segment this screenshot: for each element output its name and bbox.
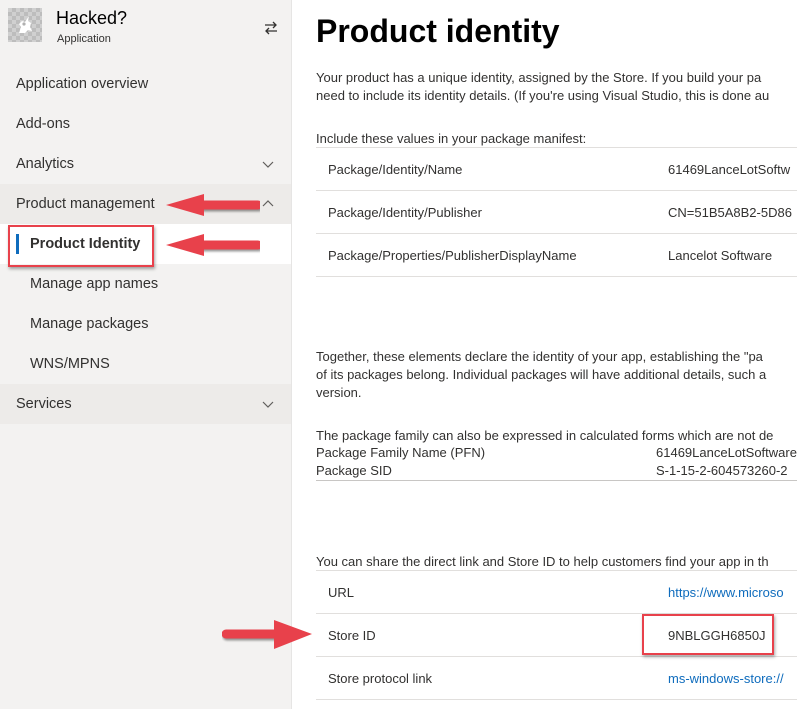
row-key: Package/Properties/PublisherDisplayName bbox=[328, 248, 577, 263]
chevron-down-icon bbox=[262, 401, 274, 408]
sidebar-item-label: Add-ons bbox=[16, 116, 71, 132]
main-content: Product identity Your product has a uniq… bbox=[316, 0, 797, 709]
chevron-up-icon bbox=[262, 200, 274, 207]
store-url-link[interactable]: https://www.microso bbox=[668, 585, 784, 600]
switch-app-button[interactable] bbox=[258, 16, 284, 40]
sidebar-item-analytics[interactable]: Analytics bbox=[0, 144, 291, 184]
table-row: Package/Identity/Publisher CN=51B5A8B2-5… bbox=[316, 191, 797, 234]
chevron-down-icon bbox=[262, 161, 274, 168]
row-value[interactable]: 61469LanceLotSoftware bbox=[656, 445, 797, 460]
calc-row-pfn: Package Family Name (PFN) 61469LanceLotS… bbox=[316, 445, 797, 463]
table-row: URL https://www.microso bbox=[316, 571, 797, 614]
calc-label: The package family can also be expressed… bbox=[316, 428, 774, 443]
row-key: Package/Identity/Publisher bbox=[328, 205, 482, 220]
annotation-highlight-box bbox=[642, 614, 774, 655]
table-row: Store protocol link ms-windows-store:// bbox=[316, 657, 797, 700]
annotation-arrow-right-icon bbox=[222, 620, 312, 649]
app-title: Hacked? bbox=[56, 8, 128, 28]
manifest-label: Include these values in your package man… bbox=[316, 131, 587, 146]
row-key: Store protocol link bbox=[328, 671, 433, 686]
sidebar-item-manage-app-names[interactable]: Manage app names bbox=[0, 264, 291, 304]
together-text-line-1: Together, these elements declare the ide… bbox=[316, 349, 763, 364]
manifest-table: Package/Identity/Name 61469LanceLotSoftw… bbox=[316, 147, 797, 277]
table-row: Package/Properties/PublisherDisplayName … bbox=[316, 234, 797, 277]
annotation-highlight-box bbox=[8, 225, 154, 267]
intro-text-line-1: Your product has a unique identity, assi… bbox=[316, 70, 762, 85]
app-subtitle: Application bbox=[57, 33, 111, 45]
sidebar-item-services[interactable]: Services bbox=[0, 384, 291, 424]
table-row: Package/Identity/Name 61469LanceLotSoftw bbox=[316, 148, 797, 191]
divider bbox=[316, 480, 797, 481]
annotation-arrow-left-icon bbox=[166, 194, 260, 216]
annotation-arrow-left-icon bbox=[166, 234, 260, 256]
calc-row-sid: Package SID S-1-15-2-604573260-2 bbox=[316, 463, 797, 481]
sidebar-item-label: Manage app names bbox=[30, 276, 159, 292]
row-key: URL bbox=[328, 585, 355, 600]
sidebar-item-add-ons[interactable]: Add-ons bbox=[0, 104, 291, 144]
sidebar-item-label: WNS/MPNS bbox=[30, 356, 110, 372]
knight-logo-icon bbox=[8, 8, 42, 42]
row-key: Package SID bbox=[316, 463, 392, 478]
row-key: Store ID bbox=[328, 628, 376, 643]
row-value[interactable]: S-1-15-2-604573260-2 bbox=[656, 463, 788, 478]
sidebar-item-label: Product management bbox=[16, 196, 155, 212]
page-title: Product identity bbox=[316, 13, 560, 49]
row-key: Package/Identity/Name bbox=[328, 162, 463, 177]
row-value[interactable]: CN=51B5A8B2-5D86 bbox=[668, 205, 792, 220]
app-header: Hacked? Application bbox=[0, 0, 291, 60]
sidebar-item-label: Analytics bbox=[16, 156, 75, 172]
sidebar-item-label: Manage packages bbox=[30, 316, 149, 332]
sidebar: Hacked? Application Application overview… bbox=[0, 0, 292, 709]
row-value[interactable]: Lancelot Software bbox=[668, 248, 772, 263]
intro-text-line-2: need to include its identity details. (I… bbox=[316, 88, 770, 103]
switch-arrows-icon bbox=[265, 21, 277, 35]
share-label: You can share the direct link and Store … bbox=[316, 554, 769, 569]
sidebar-item-manage-packages[interactable]: Manage packages bbox=[0, 304, 291, 344]
row-value[interactable]: 61469LanceLotSoftw bbox=[668, 162, 790, 177]
sidebar-item-label: Application overview bbox=[16, 76, 149, 92]
sidebar-item-label: Services bbox=[16, 396, 72, 412]
store-protocol-link[interactable]: ms-windows-store:// bbox=[668, 671, 784, 686]
together-text-line-3: version. bbox=[316, 385, 362, 400]
together-text-line-2: of its packages belong. Individual packa… bbox=[316, 367, 767, 382]
sidebar-item-wns-mpns[interactable]: WNS/MPNS bbox=[0, 344, 291, 384]
row-key: Package Family Name (PFN) bbox=[316, 445, 486, 460]
sidebar-item-application-overview[interactable]: Application overview bbox=[0, 64, 291, 104]
